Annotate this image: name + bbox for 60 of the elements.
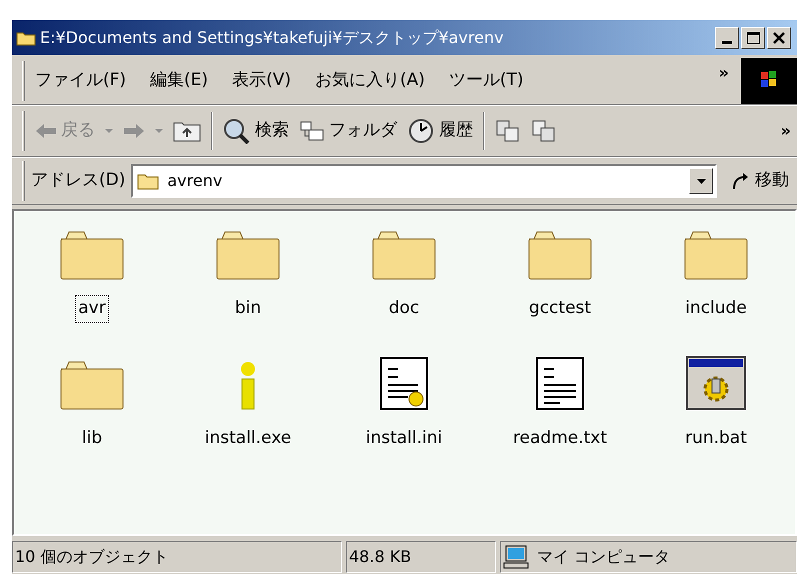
copy-to-icon bbox=[531, 119, 557, 143]
folder-icon[interactable] bbox=[527, 229, 593, 281]
caret-icon bbox=[696, 178, 706, 184]
address-field[interactable]: avrenv bbox=[131, 164, 717, 198]
chevron-button[interactable]: » bbox=[780, 119, 791, 143]
go-button[interactable]: 移動 bbox=[723, 168, 797, 194]
maximize-button[interactable] bbox=[741, 26, 765, 48]
file-name[interactable]: doc bbox=[386, 295, 422, 322]
right-arrow-icon bbox=[123, 123, 145, 139]
history-button[interactable]: 履歴 bbox=[407, 118, 473, 144]
zone-label: マイ コンピュータ bbox=[537, 546, 670, 568]
left-arrow-icon bbox=[35, 123, 57, 139]
info-icon[interactable] bbox=[238, 360, 258, 410]
settings-file-icon[interactable] bbox=[378, 354, 430, 410]
menu-item[interactable]: お気に入り(A) bbox=[314, 68, 425, 94]
file-name[interactable]: install.ini bbox=[362, 424, 446, 452]
folder-up-icon bbox=[173, 120, 201, 142]
maximize-icon bbox=[746, 32, 760, 44]
total-size: 48.8 KB bbox=[346, 541, 496, 573]
clock-icon bbox=[407, 118, 435, 144]
file-name[interactable]: install.exe bbox=[202, 424, 294, 452]
window-title: E:¥Documents and Settings¥takefuji¥デスクトップ¥avrenv bbox=[40, 26, 505, 48]
computer-icon bbox=[503, 545, 529, 569]
menu-item[interactable]: ファイル(F) bbox=[35, 68, 126, 94]
menu-item[interactable]: ツール(T) bbox=[448, 68, 524, 94]
file-name[interactable]: gcctest bbox=[526, 295, 594, 322]
minimize-button[interactable] bbox=[715, 26, 739, 48]
file-name[interactable]: run.bat bbox=[682, 424, 750, 452]
folder-icon bbox=[16, 30, 36, 46]
close-button[interactable] bbox=[767, 26, 791, 48]
chevron-button[interactable]: » bbox=[718, 61, 729, 85]
copy-button[interactable] bbox=[531, 119, 557, 143]
folder-icon[interactable] bbox=[215, 229, 281, 281]
folder-tree-icon bbox=[299, 120, 325, 142]
file-name[interactable]: readme.txt bbox=[510, 424, 610, 452]
folders-button[interactable]: フォルダ bbox=[299, 118, 397, 144]
folder-icon bbox=[137, 172, 160, 190]
file-name[interactable]: bin bbox=[232, 295, 264, 322]
folder-icon[interactable] bbox=[683, 229, 749, 281]
dropdown-button[interactable] bbox=[689, 168, 713, 194]
text-file-icon[interactable] bbox=[534, 354, 586, 410]
file-name[interactable]: avr bbox=[75, 295, 109, 322]
menu-item[interactable]: 表示(V) bbox=[232, 68, 291, 94]
move-to-icon bbox=[495, 119, 521, 143]
windows-logo-icon bbox=[741, 58, 797, 104]
search-button[interactable]: 検索 bbox=[223, 118, 289, 144]
address-label: アドレス(D) bbox=[31, 169, 126, 192]
menu-item[interactable]: 編集(E) bbox=[150, 68, 208, 94]
move-button[interactable] bbox=[495, 119, 521, 143]
file-name[interactable]: lib bbox=[78, 424, 106, 452]
minimize-icon bbox=[722, 40, 732, 44]
magnifier-icon bbox=[223, 118, 251, 144]
folder-icon[interactable] bbox=[371, 229, 437, 281]
object-count: 10 個のオブジェクト bbox=[12, 541, 342, 573]
folder-icon[interactable] bbox=[59, 358, 125, 410]
up-button[interactable] bbox=[173, 120, 201, 142]
file-name[interactable]: include bbox=[682, 295, 750, 322]
close-icon bbox=[773, 32, 785, 44]
folder-icon[interactable] bbox=[59, 229, 125, 281]
gear-window-icon[interactable] bbox=[685, 354, 747, 410]
